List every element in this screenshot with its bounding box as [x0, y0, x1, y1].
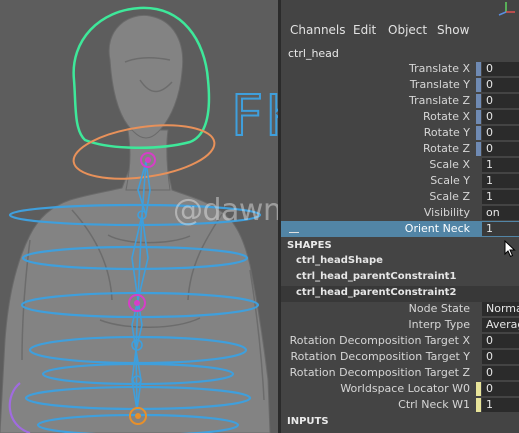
- channel-box-panel: Channels Edit Object Show ctrl_head Tran…: [281, 0, 519, 433]
- attr-row-orient-neck[interactable]: Orient Neck 1: [281, 221, 519, 237]
- watermark-text: @dawn_arc: [173, 193, 278, 228]
- attr-label: Interp Type: [408, 318, 470, 331]
- shape-item-label: ctrl_headShape: [296, 255, 383, 266]
- attr-row-ctrl-neck-w1[interactable]: Ctrl Neck W1 1: [281, 397, 519, 413]
- attr-value-field[interactable]: 1: [482, 174, 519, 188]
- keyable-swatch: [476, 78, 481, 92]
- shape-item-parentconstraint1[interactable]: ctrl_head_parentConstraint1: [281, 270, 519, 286]
- attr-value-field[interactable]: 0: [482, 94, 519, 108]
- attr-label: Rotate Z: [422, 142, 470, 155]
- attr-row-rotate-z[interactable]: Rotate Z 0: [281, 141, 519, 157]
- keyable-swatch: [476, 126, 481, 140]
- axis-gizmo-icon: [498, 2, 515, 16]
- attr-row-rotate-y[interactable]: Rotate Y 0: [281, 125, 519, 141]
- attr-label: Worldspace Locator W0: [340, 382, 470, 395]
- attr-label: Scale Y: [430, 174, 470, 187]
- attr-row-rot-decomp-z[interactable]: Rotation Decomposition Target Z 0: [281, 365, 519, 381]
- shape-item-headshape[interactable]: ctrl_headShape: [281, 254, 519, 270]
- menu-show[interactable]: Show: [437, 23, 469, 37]
- attr-value-field[interactable]: 0: [482, 350, 519, 364]
- attr-value-field[interactable]: 0: [482, 142, 519, 156]
- attr-row-rotate-x[interactable]: Rotate X 0: [281, 109, 519, 125]
- attr-row-worldspace-locator-w0[interactable]: Worldspace Locator W0 0: [281, 381, 519, 397]
- keyable-swatch: [476, 94, 481, 108]
- keyable-swatch: [476, 62, 481, 76]
- viewport-panel[interactable]: FK @dawn_arc: [0, 0, 278, 433]
- shape-item-parentconstraint2[interactable]: ctrl_head_parentConstraint2: [281, 286, 519, 302]
- attr-row-node-state[interactable]: Node State Normal: [281, 301, 519, 317]
- keyable-swatch: [476, 110, 481, 124]
- attr-label: Rotate X: [422, 110, 470, 123]
- attr-label: Scale Z: [429, 190, 470, 203]
- attr-row-translate-y[interactable]: Translate Y 0: [281, 77, 519, 93]
- attr-row-scale-z[interactable]: Scale Z 1: [281, 189, 519, 205]
- shapes-section-header[interactable]: SHAPES: [287, 240, 332, 251]
- weight-swatch: [476, 398, 481, 412]
- attr-label: Translate X: [409, 62, 470, 75]
- attr-row-translate-z[interactable]: Translate Z 0: [281, 93, 519, 109]
- attr-label: Ctrl Neck W1: [398, 398, 470, 411]
- mouse-cursor-icon: [504, 240, 516, 258]
- attr-value-field[interactable]: 1: [482, 190, 519, 204]
- attr-label: Node State: [408, 302, 470, 315]
- attr-label: Translate Y: [409, 78, 470, 91]
- attr-row-rot-decomp-x[interactable]: Rotation Decomposition Target X 0: [281, 333, 519, 349]
- selection-indicator: [289, 232, 299, 233]
- attr-row-scale-y[interactable]: Scale Y 1: [281, 173, 519, 189]
- attr-value-field[interactable]: 0: [482, 382, 519, 396]
- attr-label: Scale X: [429, 158, 470, 171]
- attr-label: Rotation Decomposition Target Z: [289, 366, 470, 379]
- menu-edit[interactable]: Edit: [353, 23, 376, 37]
- shape-item-label: ctrl_head_parentConstraint1: [296, 271, 457, 282]
- inputs-section-header[interactable]: INPUTS: [287, 416, 329, 427]
- attr-value-field[interactable]: 0: [482, 366, 519, 380]
- attr-row-visibility[interactable]: Visibility on: [281, 205, 519, 221]
- attr-value-field[interactable]: 0: [482, 110, 519, 124]
- attr-row-interp-type[interactable]: Interp Type Average: [281, 317, 519, 333]
- shape-item-label: ctrl_head_parentConstraint2: [296, 287, 457, 298]
- attr-value-field[interactable]: 1: [482, 158, 519, 172]
- attr-value-field[interactable]: 0: [482, 62, 519, 76]
- attr-value-field[interactable]: Average: [482, 318, 519, 332]
- keyable-swatch: [476, 142, 481, 156]
- attr-value-field[interactable]: on: [482, 206, 519, 220]
- attr-value-field[interactable]: 0: [482, 334, 519, 348]
- attr-label: Rotation Decomposition Target X: [289, 334, 470, 347]
- fk-viewport-label: FK: [230, 83, 278, 150]
- attr-row-rot-decomp-y[interactable]: Rotation Decomposition Target Y 0: [281, 349, 519, 365]
- attr-value-field[interactable]: 0: [482, 126, 519, 140]
- menu-object[interactable]: Object: [388, 23, 427, 37]
- attr-label: Rotation Decomposition Target Y: [290, 350, 470, 363]
- attr-value-field[interactable]: 1: [482, 398, 519, 412]
- menu-channels[interactable]: Channels: [290, 23, 346, 37]
- attr-value-field[interactable]: 0: [482, 78, 519, 92]
- attr-label: Translate Z: [409, 94, 470, 107]
- attr-label: Rotate Y: [423, 126, 470, 139]
- attr-label: Visibility: [423, 206, 470, 219]
- attr-row-scale-x[interactable]: Scale X 1: [281, 157, 519, 173]
- attr-label: Orient Neck: [404, 222, 470, 235]
- selected-node-name[interactable]: ctrl_head: [288, 47, 339, 60]
- weight-swatch: [476, 382, 481, 396]
- attr-value-field[interactable]: Normal: [482, 302, 519, 316]
- attr-row-translate-x[interactable]: Translate X 0: [281, 61, 519, 77]
- attr-value-field[interactable]: 1: [482, 222, 519, 236]
- channel-box-menubar: Channels Edit Object Show: [281, 20, 519, 40]
